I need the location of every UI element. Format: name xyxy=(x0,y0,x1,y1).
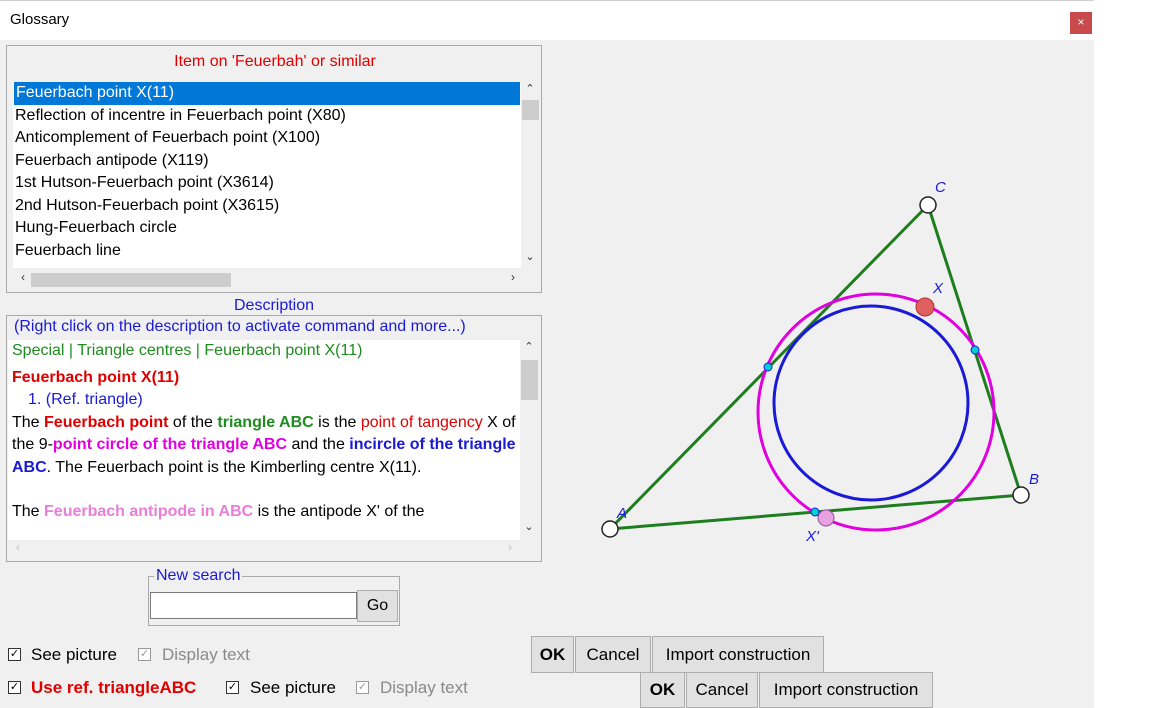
nine-point-circle xyxy=(756,292,996,532)
text-span: is the xyxy=(313,413,361,431)
figure-canvas: A B C X X' xyxy=(601,179,1039,545)
see-picture-label[interactable]: See picture xyxy=(31,645,117,665)
items-horizontal-scrollbar[interactable]: ‹ › xyxy=(13,270,523,290)
list-item[interactable]: Reflection of incentre in Feuerbach poin… xyxy=(13,105,523,128)
vertex-b[interactable] xyxy=(1012,486,1030,504)
scroll-left-icon[interactable]: ‹ xyxy=(10,540,26,554)
check-icon: ✓ xyxy=(9,648,20,660)
description-text[interactable]: Special | Triangle centres | Feuerbach p… xyxy=(8,340,520,540)
see-picture-checkbox[interactable]: ✓ xyxy=(8,648,21,661)
term-link[interactable]: point of tangency xyxy=(361,414,483,431)
description-horizontal-scrollbar[interactable]: ‹ › xyxy=(8,540,520,560)
tangent-point[interactable] xyxy=(810,507,820,517)
list-item[interactable]: Hung-Feuerbach circle xyxy=(13,217,523,240)
list-item[interactable]: Feuerbach antipode (X119) xyxy=(13,150,523,173)
go-button[interactable]: Go xyxy=(357,590,398,622)
close-button[interactable]: × xyxy=(1070,12,1092,34)
ref-triangle-link[interactable]: 1. (Ref. triangle) xyxy=(12,389,520,412)
check-icon: ✓ xyxy=(357,681,368,693)
display-text-label[interactable]: Display text xyxy=(162,645,250,665)
list-item[interactable]: 1st Hutson-Feuerbach point (X3614) xyxy=(13,172,523,195)
description-paragraph: The Feuerbach point of the triangle ABC … xyxy=(12,412,520,480)
items-listbox[interactable]: Feuerbach point X(11) Reflection of ince… xyxy=(13,82,523,268)
label-c: C xyxy=(935,179,946,196)
term-link[interactable]: point circle of the triangle ABC xyxy=(53,436,287,453)
list-item[interactable]: Anticomplement of Feuerbach point (X100) xyxy=(13,127,523,150)
vertex-c[interactable] xyxy=(919,196,937,214)
description-heading: Feuerbach point X(11) xyxy=(12,368,180,386)
display-text-checkbox[interactable]: ✓ xyxy=(356,681,369,694)
check-icon: ✓ xyxy=(9,681,20,693)
label-a: A xyxy=(616,505,627,522)
list-item[interactable]: Feuerbach point X(11) xyxy=(14,82,520,105)
cancel-button[interactable]: Cancel xyxy=(686,672,758,708)
display-text-label[interactable]: Display text xyxy=(380,678,468,698)
description-breadcrumb[interactable]: Special | Triangle centres | Feuerbach p… xyxy=(12,340,520,363)
items-vertical-scrollbar[interactable]: ⌃ ⌄ xyxy=(521,82,540,268)
close-icon: × xyxy=(1077,15,1085,29)
see-picture-label[interactable]: See picture xyxy=(250,678,336,698)
scroll-thumb[interactable] xyxy=(521,360,538,400)
title-bar: Glossary × xyxy=(0,0,1094,40)
scroll-right-icon[interactable]: › xyxy=(505,270,521,284)
label-x: X xyxy=(932,280,944,297)
scroll-up-icon[interactable]: ⌃ xyxy=(520,340,538,353)
use-ref-triangle-label[interactable]: Use ref. triangleABC xyxy=(31,678,196,698)
scroll-thumb[interactable] xyxy=(522,100,539,120)
label-x-prime: X' xyxy=(805,528,820,545)
description-paragraph: The Feuerbach antipode in ABC is the ant… xyxy=(12,501,520,524)
items-group: Item on 'Feuerbah' or similar Feuerbach … xyxy=(6,45,542,293)
check-icon: ✓ xyxy=(139,648,150,660)
tangent-point[interactable] xyxy=(763,362,773,372)
description-hint: (Right click on the description to activ… xyxy=(14,318,466,336)
scroll-up-icon[interactable]: ⌃ xyxy=(521,82,539,95)
incircle xyxy=(772,304,970,502)
tangent-point[interactable] xyxy=(970,345,980,355)
glossary-window: Glossary × Item on 'Feuerbah' or similar… xyxy=(0,0,1094,708)
term-link[interactable]: Feuerbach antipode in ABC xyxy=(44,503,253,520)
label-b: B xyxy=(1029,471,1039,488)
list-item[interactable]: Feuerbach line xyxy=(13,240,523,263)
import-construction-button[interactable]: Import construction xyxy=(759,672,933,708)
term-link[interactable]: Feuerbach point xyxy=(44,414,168,431)
check-icon: ✓ xyxy=(227,681,238,693)
description-title: Description xyxy=(0,297,548,315)
see-picture-checkbox[interactable]: ✓ xyxy=(226,681,239,694)
text-span: . The Feuerbach point is the Kimberling … xyxy=(46,458,422,476)
scroll-thumb[interactable] xyxy=(31,273,231,287)
display-text-checkbox[interactable]: ✓ xyxy=(138,648,151,661)
scroll-down-icon[interactable]: ⌄ xyxy=(520,520,538,533)
description-vertical-scrollbar[interactable]: ⌃ ⌄ xyxy=(520,340,540,540)
text-span: The xyxy=(12,503,45,520)
items-header: Item on 'Feuerbah' or similar xyxy=(174,53,376,70)
text-span: is the antipode X' of the xyxy=(253,503,425,520)
scroll-left-icon[interactable]: ‹ xyxy=(15,270,31,284)
triangle-abc xyxy=(608,203,1023,531)
list-item[interactable]: 2nd Hutson-Feuerbach point (X3615) xyxy=(13,195,523,218)
search-legend: New search xyxy=(154,567,243,585)
ok-button[interactable]: OK xyxy=(640,672,685,708)
text-span: The xyxy=(12,413,45,431)
text-span: and the xyxy=(287,436,350,453)
vertex-a[interactable] xyxy=(601,520,619,538)
scroll-down-icon[interactable]: ⌄ xyxy=(521,250,539,263)
scroll-right-icon[interactable]: › xyxy=(502,540,518,554)
use-ref-triangle-checkbox[interactable]: ✓ xyxy=(8,681,21,694)
term-link[interactable]: triangle ABC xyxy=(217,414,313,431)
window-title: Glossary xyxy=(10,11,70,28)
search-input[interactable] xyxy=(150,592,357,619)
point-x-prime[interactable] xyxy=(817,509,835,527)
point-x[interactable] xyxy=(915,297,935,317)
text-span: of the xyxy=(168,413,218,431)
